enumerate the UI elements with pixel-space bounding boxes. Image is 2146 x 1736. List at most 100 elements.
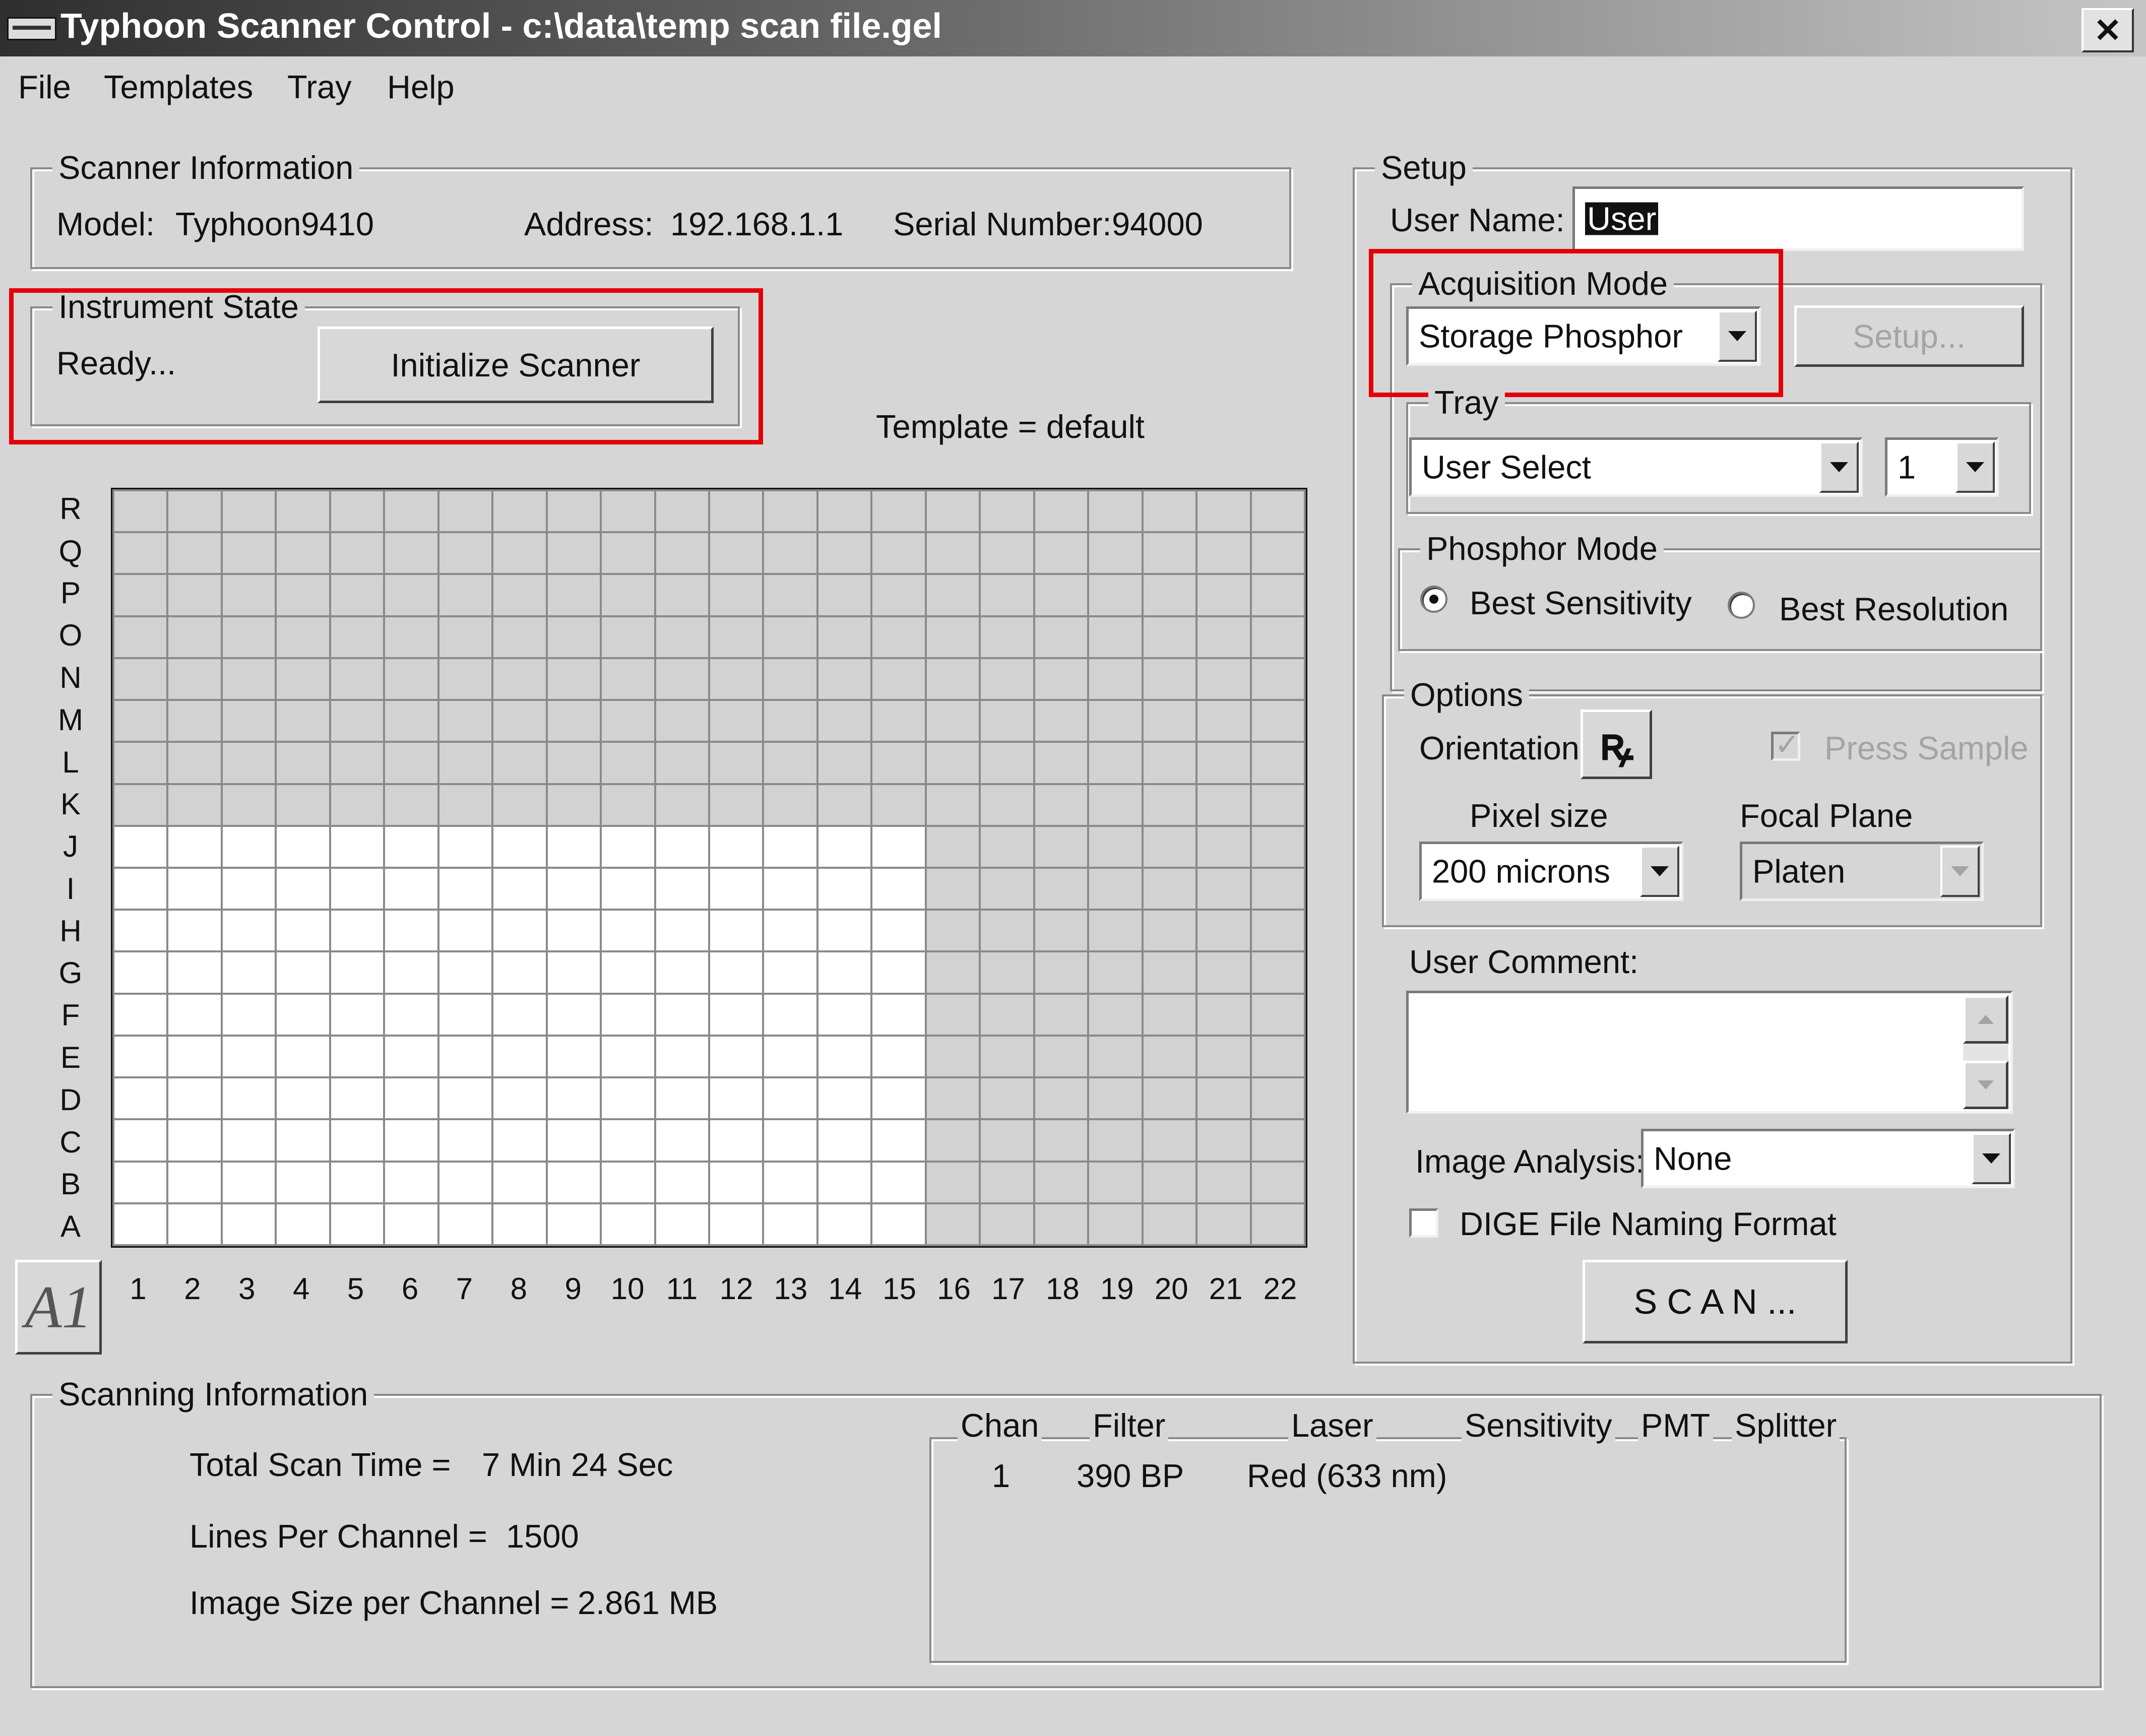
grid-cell[interactable] [439,785,492,825]
grid-cell[interactable] [981,659,1033,699]
tray-dropdown-button[interactable] [1819,441,1859,493]
grid-cell[interactable] [656,1078,708,1119]
grid-cell[interactable] [710,533,763,573]
grid-cell[interactable] [222,826,275,867]
grid-cell[interactable] [222,868,275,909]
grid-cell[interactable] [872,868,925,909]
grid-cell[interactable] [222,952,275,993]
grid-cell[interactable] [710,701,763,741]
grid-cell[interactable] [277,1120,329,1161]
grid-cell[interactable] [547,1120,600,1161]
grid-cell[interactable] [1035,911,1088,951]
grid-cell[interactable] [764,659,816,699]
grid-cell[interactable] [926,533,979,573]
grid-cell[interactable] [493,659,546,699]
grid-cell[interactable] [1197,1120,1250,1161]
grid-cell[interactable] [1035,826,1088,867]
grid-cell[interactable] [710,1078,763,1119]
grid-cell[interactable] [764,868,816,909]
grid-cell[interactable] [818,1162,871,1202]
grid-cell[interactable] [1251,911,1304,951]
grid-cell[interactable] [168,952,221,993]
grid-cell[interactable] [385,994,437,1035]
grid-cell[interactable] [277,826,329,867]
grid-cell[interactable] [602,952,654,993]
grid-cell[interactable] [114,1162,167,1202]
grid-cell[interactable] [602,826,654,867]
grid-cell[interactable] [710,1120,763,1161]
grid-cell[interactable] [710,868,763,909]
grid-cell[interactable] [1143,952,1196,993]
grid-cell[interactable] [114,1078,167,1119]
grid-cell[interactable] [1089,1120,1142,1161]
menu-file[interactable]: File [18,71,71,103]
grid-cell[interactable] [1089,701,1142,741]
grid-cell[interactable] [1035,785,1088,825]
grid-cell[interactable] [872,701,925,741]
focal-plane-dropdown-button[interactable] [1940,846,1980,897]
grid-cell[interactable] [710,785,763,825]
grid-cell[interactable] [818,994,871,1035]
grid-cell[interactable] [710,994,763,1035]
grid-cell[interactable] [1089,1078,1142,1119]
grid-cell[interactable] [114,785,167,825]
grid-cell[interactable] [710,911,763,951]
grid-cell[interactable] [331,868,384,909]
a1-origin-button[interactable]: A1 [15,1260,102,1355]
grid-cell[interactable] [1089,1036,1142,1077]
grid-cell[interactable] [764,785,816,825]
grid-cell[interactable] [818,1078,871,1119]
grid-cell[interactable] [1197,1162,1250,1202]
grid-cell[interactable] [331,491,384,532]
grid-cell[interactable] [1035,952,1088,993]
grid-cell[interactable] [277,952,329,993]
grid-cell[interactable] [1089,785,1142,825]
grid-cell[interactable] [439,911,492,951]
grid-cell[interactable] [331,785,384,825]
grid-cell[interactable] [1251,491,1304,532]
grid-cell[interactable] [1251,952,1304,993]
grid-cell[interactable] [277,533,329,573]
grid-cell[interactable] [1143,617,1196,657]
grid-cell[interactable] [1251,785,1304,825]
grid-cell[interactable] [602,994,654,1035]
close-button[interactable]: ✕ [2081,8,2134,52]
grid-cell[interactable] [602,533,654,573]
grid-cell[interactable] [222,533,275,573]
grid-cell[interactable] [439,491,492,532]
grid-cell[interactable] [439,575,492,615]
grid-cell[interactable] [1089,1162,1142,1202]
grid-cell[interactable] [1251,1120,1304,1161]
grid-cell[interactable] [493,1120,546,1161]
grid-cell[interactable] [1143,575,1196,615]
grid-cell[interactable] [710,659,763,699]
grid-cell[interactable] [1143,491,1196,532]
grid-cell[interactable] [385,785,437,825]
grid-cell[interactable] [114,1204,167,1244]
grid-cell[interactable] [981,1162,1033,1202]
press-sample-checkbox[interactable] [1771,727,1800,762]
grid-cell[interactable] [114,868,167,909]
grid-cell[interactable] [114,952,167,993]
grid-cell[interactable] [222,743,275,783]
grid-cell[interactable] [114,491,167,532]
grid-cell[interactable] [764,952,816,993]
grid-cell[interactable] [818,868,871,909]
grid-cell[interactable] [1089,533,1142,573]
grid-cell[interactable] [710,952,763,993]
grid-cell[interactable] [493,911,546,951]
grid-cell[interactable] [1089,743,1142,783]
grid-cell[interactable] [277,868,329,909]
grid-cell[interactable] [493,826,546,867]
grid-cell[interactable] [1251,1162,1304,1202]
grid-cell[interactable] [493,743,546,783]
grid-cell[interactable] [872,1204,925,1244]
grid-cell[interactable] [1143,826,1196,867]
grid-cell[interactable] [764,1162,816,1202]
grid-cell[interactable] [656,491,708,532]
grid-cell[interactable] [277,575,329,615]
grid-cell[interactable] [277,701,329,741]
grid-cell[interactable] [168,575,221,615]
grid-cell[interactable] [1143,1120,1196,1161]
grid-cell[interactable] [168,785,221,825]
